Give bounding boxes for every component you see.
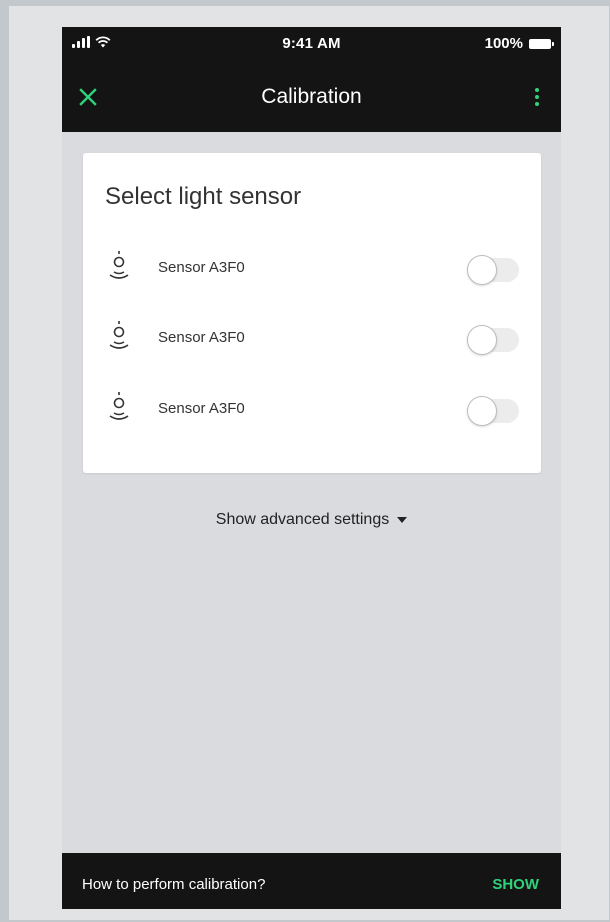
- battery-status: 100%: [484, 35, 554, 52]
- battery-percentage: 100%: [484, 35, 523, 52]
- toggle-thumb: [467, 325, 497, 355]
- app-bar: Calibration: [62, 61, 561, 132]
- sensor-toggle[interactable]: [467, 396, 519, 426]
- sensor-label: Sensor A3F0: [158, 329, 245, 346]
- phone-screen: 9:41 AM 100% Calibration Select light se…: [62, 27, 561, 909]
- sensor-selection-card: Select light sensor Sensor A3F0 Sensor A…: [83, 153, 541, 473]
- card-title: Select light sensor: [105, 183, 302, 210]
- sensor-toggle[interactable]: [467, 255, 519, 285]
- status-bar: 9:41 AM 100%: [62, 27, 561, 61]
- sensor-list-item[interactable]: Sensor A3F0: [83, 248, 541, 288]
- page-title: Calibration: [261, 85, 362, 108]
- toggle-thumb: [467, 396, 497, 426]
- sensor-list-item[interactable]: Sensor A3F0: [83, 389, 541, 429]
- sensor-list-item[interactable]: Sensor A3F0: [83, 318, 541, 358]
- toggle-thumb: [467, 255, 497, 285]
- battery-icon: [529, 38, 554, 49]
- sensor-toggle[interactable]: [467, 325, 519, 355]
- help-text: How to perform calibration?: [82, 876, 266, 893]
- show-button[interactable]: SHOW: [492, 876, 539, 893]
- caret-down-icon: [397, 516, 408, 523]
- more-vertical-icon: [535, 88, 539, 92]
- help-snackbar: How to perform calibration? SHOW: [62, 853, 561, 909]
- advanced-settings-label: Show advanced settings: [215, 511, 390, 528]
- show-advanced-settings-button[interactable]: Show advanced settings: [62, 511, 561, 529]
- light-sensor-icon: [109, 321, 129, 349]
- sensor-label: Sensor A3F0: [158, 400, 245, 417]
- sensor-label: Sensor A3F0: [158, 259, 245, 276]
- more-options-button[interactable]: [531, 83, 543, 111]
- light-sensor-icon: [109, 392, 129, 420]
- light-sensor-icon: [109, 251, 129, 279]
